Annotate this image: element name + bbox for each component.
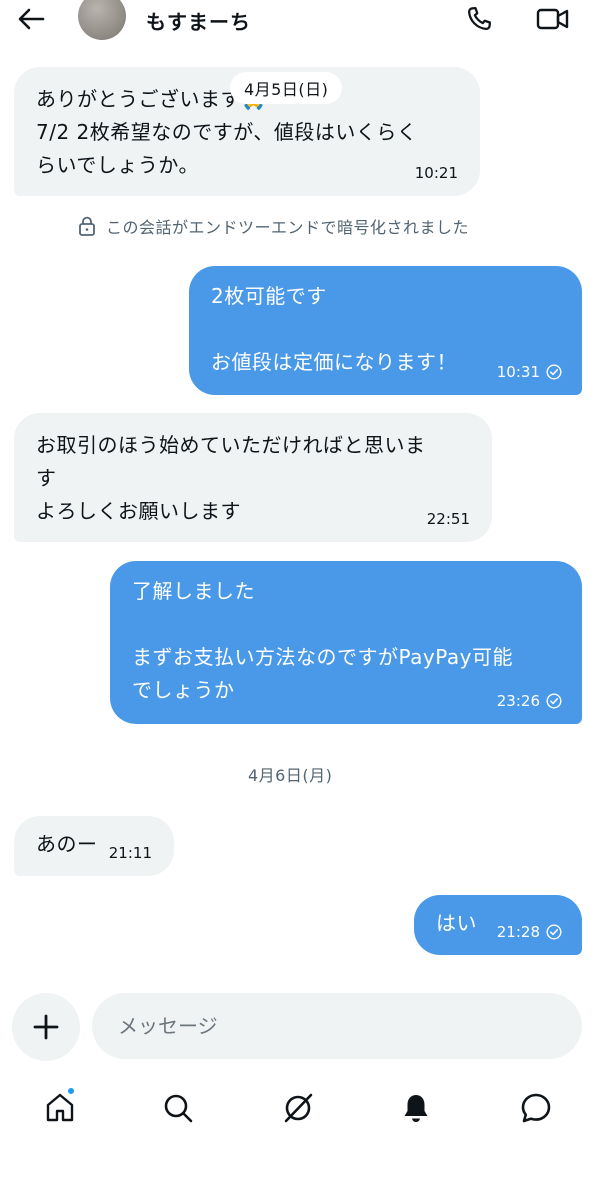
read-receipt-icon xyxy=(546,364,562,380)
message-timestamp: 21:11 xyxy=(108,844,152,862)
messages-icon xyxy=(521,1093,551,1123)
read-receipt-icon xyxy=(546,924,562,940)
video-call-button[interactable] xyxy=(534,2,572,36)
date-separator: 4月6日(月) xyxy=(248,766,333,785)
contact-name[interactable]: もすまーち xyxy=(146,6,251,35)
nav-grok[interactable] xyxy=(278,1088,318,1128)
nav-notifications[interactable] xyxy=(396,1088,436,1128)
message-text-line: まずお支払い方法なのですがPayPay可能 xyxy=(132,645,514,669)
message-text-line: す xyxy=(36,466,57,490)
message-timestamp: 22:51 xyxy=(426,510,470,528)
message-text-line xyxy=(132,608,582,641)
contact-avatar[interactable] xyxy=(78,0,126,40)
voice-call-button[interactable] xyxy=(462,2,496,36)
message-text-line: 了解しました xyxy=(132,579,255,603)
conversation-header: もすまーち xyxy=(0,0,595,44)
notifications-bell-icon xyxy=(404,1095,428,1122)
message-timestamp: 10:21 xyxy=(414,164,458,182)
message-text-line: 2枚可能です xyxy=(211,284,327,308)
read-receipt-icon xyxy=(546,693,562,709)
message-composer xyxy=(92,993,582,1059)
plus-icon xyxy=(33,1014,59,1040)
nav-search[interactable] xyxy=(158,1088,198,1128)
home-icon xyxy=(46,1093,74,1122)
message-input[interactable] xyxy=(118,1014,582,1038)
date-separator: 4月5日(日) xyxy=(230,72,343,104)
message-timestamp: 21:28 xyxy=(496,923,540,941)
nav-messages[interactable] xyxy=(516,1088,556,1128)
phone-icon xyxy=(468,7,491,30)
video-camera-icon xyxy=(536,8,569,30)
message-bubble-incoming[interactable]: あのー 21:11 xyxy=(14,816,174,876)
arrow-left-icon xyxy=(18,8,45,30)
message-bubble-incoming[interactable]: お取引のほう始めていただければと思いま す よろしくお願いします 22:51 xyxy=(14,413,492,542)
message-bubble-outgoing[interactable]: 了解しました まずお支払い方法なのですがPayPay可能 でしょうか 23:26 xyxy=(110,561,582,724)
message-meta: 10:31 xyxy=(497,363,562,381)
message-text-line: お取引のほう始めていただければと思いま xyxy=(36,433,426,457)
lock-icon xyxy=(79,216,95,236)
message-timestamp: 10:31 xyxy=(496,363,540,381)
message-meta: 23:26 xyxy=(497,692,562,710)
message-text-line: 7/2 2枚希望なのですが、値段はいくらく xyxy=(36,120,418,144)
search-icon xyxy=(164,1094,193,1123)
message-text-line: らいでしょうか。 xyxy=(36,153,199,177)
back-button[interactable] xyxy=(14,4,48,34)
encryption-notice-text: この会話がエンドツーエンドで暗号化されました xyxy=(106,218,470,237)
notification-dot xyxy=(66,1086,76,1096)
message-meta: 21:28 xyxy=(497,923,562,941)
message-text-line: よろしくお願いします xyxy=(36,499,241,523)
message-text-line xyxy=(211,313,582,346)
message-bubble-outgoing[interactable]: 2枚可能です お値段は定価になります！ 10:31 xyxy=(189,266,582,395)
message-timestamp: 23:26 xyxy=(496,692,540,710)
message-bubble-outgoing[interactable]: はい 21:28 xyxy=(414,895,582,955)
encryption-notice: この会話がエンドツーエンドで暗号化されました xyxy=(78,214,469,238)
grok-icon xyxy=(284,1093,313,1123)
message-text-line: あのー xyxy=(36,832,98,856)
add-attachment-button[interactable] xyxy=(12,993,80,1061)
